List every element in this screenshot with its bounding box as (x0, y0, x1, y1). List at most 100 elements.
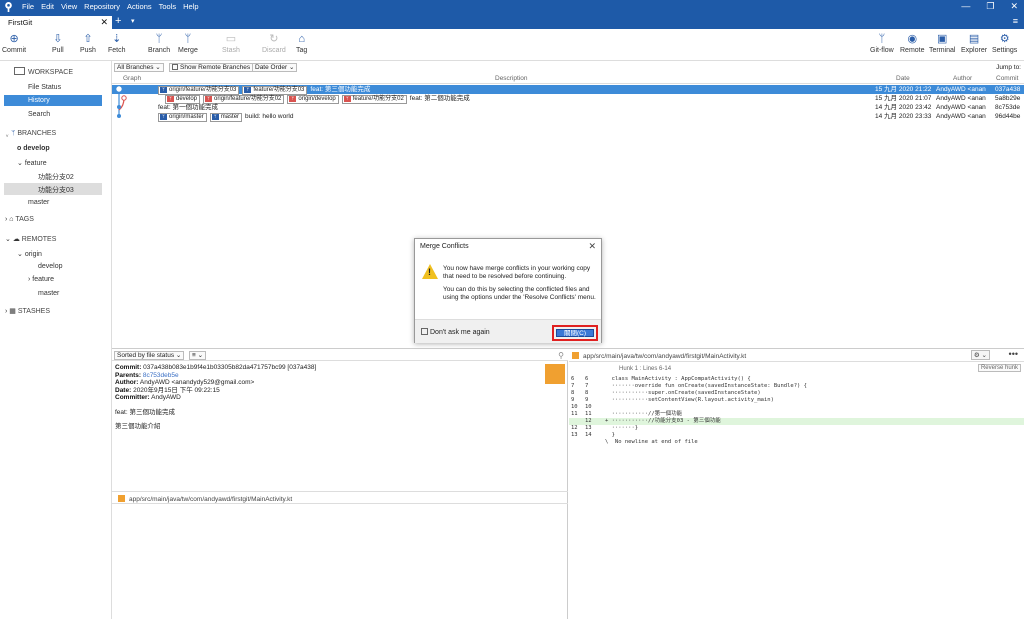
diff-code: ···········setContentView(R.layout.activ… (605, 397, 774, 403)
show-remote-checkbox[interactable]: Show Remote Branches (169, 63, 254, 72)
maximize-button[interactable]: ❐ (986, 1, 994, 12)
tab-close-icon[interactable]: ✕ (100, 17, 108, 28)
remote-icon: ◉ (907, 33, 918, 45)
changed-file-row[interactable]: app/src/main/java/tw/com/andyawd/firstgi… (112, 491, 568, 504)
reverse-hunk-button[interactable]: Reverse hunk (977, 364, 1021, 372)
commit-detail-panel: Sorted by file status ⌄ ≡ ⌄ ⚲ Commit: 03… (112, 349, 568, 619)
sidebar-section-stashes[interactable]: › ▦ STASHES (5, 307, 50, 315)
sidebar-item-origin-master[interactable]: master (38, 290, 59, 297)
menu-item-tools[interactable]: Tools (159, 2, 177, 11)
branch-label-text: origin/feature/功能分支02 (214, 96, 282, 102)
sidebar-item-origin[interactable]: ⌄ origin (17, 250, 42, 258)
dont-ask-checkbox[interactable]: Don't ask me again (421, 328, 490, 336)
tab-firstgit[interactable]: FirstGit ✕ (0, 16, 112, 29)
sidebar-section-tags[interactable]: › ⌂ TAGS (5, 216, 34, 223)
sidebar-item-feature-03[interactable]: 功能分支03 (4, 183, 102, 195)
col-graph[interactable]: Graph (123, 75, 141, 82)
menu-item-actions[interactable]: Actions (127, 2, 152, 11)
diff-line[interactable]: 13 14 } (569, 432, 1024, 439)
toolbar-label: Discard (262, 47, 286, 54)
sidebar-item-search[interactable]: Search (28, 111, 50, 118)
diff-line[interactable]: 6 6 class MainActivity : AppCompatActivit… (569, 376, 1024, 383)
commit-button[interactable]: ⊕ Commit (2, 32, 26, 54)
toolbar: ⊕ Commit ⇩ Pull ⇧ Push ⇣ Fetch ᛘ Branch ᛘ Merge ▭ Sta… (0, 29, 1024, 61)
diff-settings-icon[interactable]: ⚙ ⌄ (970, 350, 990, 360)
settings-button[interactable]: ⚙ Settings (992, 32, 1017, 54)
sidebar-item-master[interactable]: master (28, 199, 49, 206)
sidebar-section-workspace[interactable]: WORKSPACE (14, 67, 73, 76)
diff-line[interactable]: 9 9 ···········setContentView(R.layout.ac… (569, 397, 1024, 404)
sidebar-item-develop[interactable]: o develop (17, 145, 50, 152)
diff-line[interactable]: 10 10 (569, 404, 1024, 411)
menu-item-file[interactable]: File (22, 2, 34, 11)
diff-line[interactable]: 11 11 ···········//第一個功能 (569, 411, 1024, 418)
search-icon[interactable]: ⚲ (558, 351, 564, 360)
dialog-close-icon[interactable]: ✕ (588, 241, 596, 252)
menu-item-repository[interactable]: Repository (84, 2, 120, 11)
merge-button[interactable]: ᛘ Merge (178, 32, 198, 54)
more-options-icon[interactable]: ••• (1009, 349, 1018, 359)
remote-button[interactable]: ◉ Remote (900, 32, 925, 54)
commit-row[interactable]: ᛘ origin/feature/功能分支03 ᛘ feature/功能分支03 fea… (112, 85, 1024, 95)
sidebar-section-remotes[interactable]: ⌄ ☁ REMOTES (5, 235, 56, 243)
close-window-button[interactable]: ✕ (1010, 1, 1018, 12)
col-description[interactable]: Description (495, 75, 528, 82)
fetch-button[interactable]: ⇣ Fetch (108, 32, 126, 54)
line-number: 13 (585, 425, 592, 431)
sort-dropdown[interactable]: Sorted by file status ⌄ (114, 351, 185, 360)
push-button[interactable]: ⇧ Push (80, 32, 96, 54)
sidebar-section-branches[interactable]: ⌄ ᛘ BRANCHES (5, 130, 56, 137)
diff-line[interactable]: 12 13 ·······} (569, 425, 1024, 432)
graph-node-2 (121, 95, 127, 101)
menu-item-view[interactable]: View (61, 2, 77, 11)
discard-button[interactable]: ↻ Discard (262, 32, 286, 54)
explorer-button[interactable]: ▤ Explorer (961, 32, 987, 54)
diff-line[interactable]: \ No newline at end of file (569, 439, 1024, 446)
view-mode-dropdown[interactable]: ≡ ⌄ (189, 351, 207, 360)
close-dialog-button[interactable]: 關閉(C) (556, 329, 594, 337)
branch-label[interactable]: ᛘ origin/master (158, 113, 207, 122)
branch-label[interactable]: ᛘ master (209, 113, 243, 122)
col-author[interactable]: Author (953, 75, 972, 82)
sidebar-item-origin-develop[interactable]: develop (38, 263, 63, 270)
toolbar-label: Terminal (929, 47, 956, 54)
branch-label-text: origin/feature/功能分支03 (169, 87, 237, 93)
col-date[interactable]: Date (896, 75, 910, 82)
branch-button[interactable]: ᛘ Branch (148, 32, 170, 54)
branch-label-text: origin/master (169, 114, 204, 120)
parent-link[interactable]: 8c753deb5e (143, 372, 179, 379)
diff-line-added[interactable]: 12 + ···········//功能分支03 - 第三個功能 (569, 418, 1024, 425)
git-flow-button[interactable]: ᛘ Git-flow (870, 32, 894, 54)
tag-button[interactable]: ⌂ Tag (296, 32, 307, 54)
commit-author: AndyAWD <anan (936, 86, 986, 93)
order-dropdown[interactable]: Date Order ⌄ (252, 63, 298, 72)
hamburger-menu-icon[interactable]: ≡ (1013, 16, 1018, 26)
terminal-button[interactable]: ▣ Terminal (929, 32, 955, 54)
diff-line[interactable]: 8 8 ···········super.onCreate(savedInstan… (569, 390, 1024, 397)
commit-hash: 037a438b083e1b9f4e1b03305b82da471757bc99… (143, 364, 317, 371)
hunk-header: Hunk 1 : Lines 6-14 Reverse hunk (569, 363, 1024, 373)
new-tab-button[interactable]: + (115, 15, 121, 27)
line-number: 11 (571, 411, 578, 417)
sidebar-item-origin-feature[interactable]: › feature (28, 276, 54, 283)
branches-filter-dropdown[interactable]: All Branches ⌄ (114, 63, 164, 72)
line-number: 8 (585, 390, 589, 396)
commit-row[interactable]: feat: 第一個功能完成 14 九月 2020 23:42 AndyAWD <an… (112, 103, 1024, 112)
commit-details: Commit: 037a438b083e1b9f4e1b03305b82da47… (115, 364, 317, 430)
commit-row[interactable]: ᛘ develop ᛘ origin/feature/功能分支02 ᛘ origin/de… (112, 94, 1024, 104)
sidebar-item-feature-02[interactable]: 功能分支02 (38, 172, 74, 182)
stash-button[interactable]: ▭ Stash (222, 32, 240, 54)
sidebar-item-history[interactable]: History (4, 95, 102, 106)
menu-item-edit[interactable]: Edit (41, 2, 54, 11)
menu-item-help[interactable]: Help (183, 2, 198, 11)
tab-dropdown-icon[interactable]: ▾ (131, 17, 135, 25)
minimize-button[interactable]: — (961, 1, 970, 12)
commit-row[interactable]: ᛘ origin/master ᛘ master build: hello world 1… (112, 112, 1024, 122)
col-commit[interactable]: Commit (996, 75, 1018, 82)
sidebar-item-feature[interactable]: ⌄ feature (17, 159, 47, 167)
modified-file-icon (118, 495, 125, 502)
sourcetree-logo-icon (5, 2, 12, 12)
sidebar-item-file-status[interactable]: File Status (28, 84, 61, 91)
diff-line[interactable]: 7 7 ·······override fun onCreate(savedIns… (569, 383, 1024, 390)
pull-button[interactable]: ⇩ Pull (52, 32, 64, 54)
